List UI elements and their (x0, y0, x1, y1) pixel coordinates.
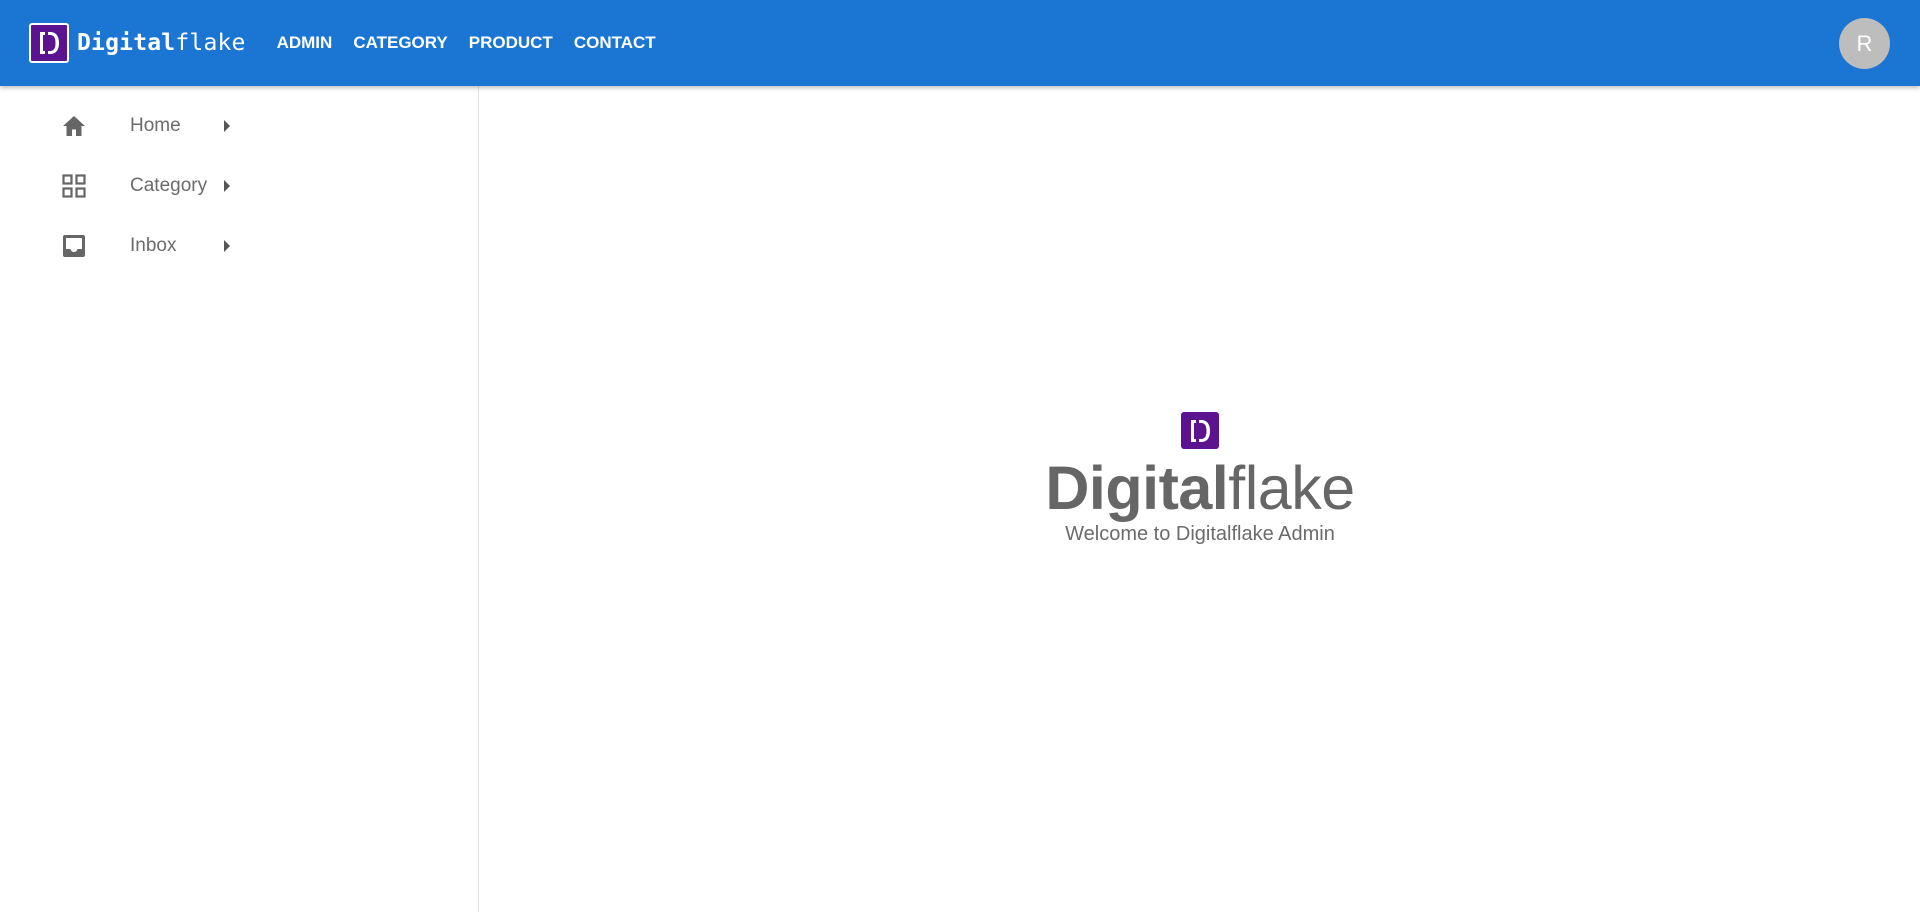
digitalflake-logo-icon (1181, 412, 1219, 449)
welcome-subtitle: Welcome to Digitalflake Admin (1065, 523, 1335, 545)
sidebar-item-label: Category (130, 175, 208, 196)
inbox-icon (61, 233, 87, 259)
nav-category[interactable]: CATEGORY (353, 27, 447, 59)
nav-admin[interactable]: ADMIN (277, 27, 333, 59)
brand-name: Digitalflake (77, 30, 246, 56)
nav-product[interactable]: PRODUCT (469, 27, 553, 59)
brand[interactable]: Digitalflake (29, 23, 246, 63)
app-bar: Digitalflake ADMIN CATEGORY PRODUCT CONT… (0, 0, 1920, 86)
caret-right-icon (222, 239, 232, 253)
sidebar-item-home[interactable]: Home (0, 96, 479, 156)
main-content: Digitalflake Welcome to Digitalflake Adm… (480, 86, 1920, 912)
welcome-panel: Digitalflake Welcome to Digitalflake Adm… (480, 412, 1920, 546)
sidebar-item-label: Inbox (130, 235, 177, 256)
digitalflake-logo-icon (29, 23, 69, 63)
sidebar: Home Category Inbox (0, 86, 479, 912)
welcome-title-bold: Digital (1045, 454, 1229, 522)
welcome-title: Digitalflake (480, 457, 1920, 519)
welcome-title-light: flake (1228, 454, 1355, 522)
caret-right-icon (222, 119, 232, 133)
sidebar-item-label: Home (130, 115, 181, 136)
grid-icon (61, 173, 87, 199)
sidebar-item-category[interactable]: Category (0, 156, 479, 216)
top-nav: ADMIN CATEGORY PRODUCT CONTACT (277, 27, 677, 59)
nav-contact[interactable]: CONTACT (574, 27, 656, 59)
brand-name-bold: Digital (77, 30, 176, 56)
brand-name-light: flake (175, 30, 246, 56)
caret-right-icon (222, 179, 232, 193)
sidebar-item-inbox[interactable]: Inbox (0, 216, 479, 276)
user-avatar[interactable]: R (1839, 18, 1890, 69)
home-icon (61, 113, 87, 139)
